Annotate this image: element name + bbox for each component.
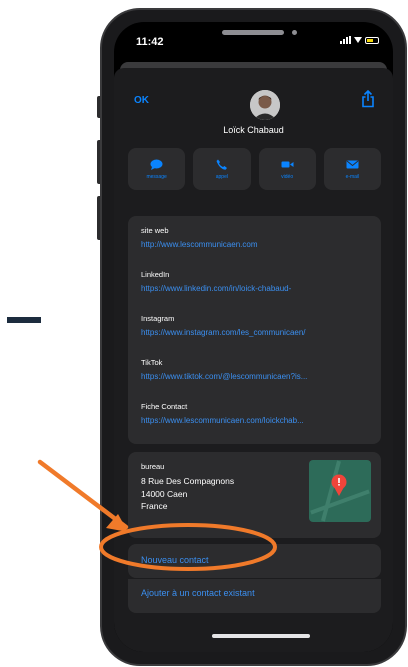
link-value[interactable]: https://www.linkedin.com/in/loick-chabau… bbox=[141, 284, 373, 293]
phone-icon bbox=[216, 159, 228, 170]
link-label: TikTok bbox=[141, 358, 163, 367]
add-existing-row[interactable]: Ajouter à un contact existant bbox=[128, 579, 381, 613]
ok-button[interactable]: OK bbox=[134, 95, 149, 106]
link-value[interactable]: https://www.lescommunicaen.com/loickchab… bbox=[141, 416, 373, 425]
phone-screen: 11:42 OK Loïck Chabaud message appel vid… bbox=[114, 22, 393, 652]
address-label: bureau bbox=[141, 462, 165, 471]
home-indicator[interactable] bbox=[212, 634, 310, 638]
link-label: site web bbox=[141, 226, 169, 235]
wifi-icon bbox=[354, 37, 362, 43]
mail-label: e-mail bbox=[345, 173, 360, 180]
phone-frame: 11:42 OK Loïck Chabaud message appel vid… bbox=[100, 8, 407, 666]
quick-actions: message appel vidéo e-mail bbox=[128, 148, 381, 190]
new-contact-row[interactable]: Nouveau contact bbox=[128, 544, 381, 578]
link-row-tiktok[interactable]: TikTok https://www.tiktok.com/@lescommun… bbox=[141, 358, 373, 381]
link-label: Instagram bbox=[141, 314, 175, 323]
status-time: 11:42 bbox=[136, 36, 164, 48]
address-line-city: 14000 Caen bbox=[141, 488, 188, 499]
link-value[interactable]: https://www.tiktok.com/@lescommunicaen?i… bbox=[141, 372, 373, 381]
link-row-website[interactable]: site web http://www.lescommunicaen.com bbox=[141, 226, 373, 249]
link-row-instagram[interactable]: Instagram https://www.instagram.com/les_… bbox=[141, 314, 373, 337]
message-label: message bbox=[146, 173, 167, 180]
address-lines: 8 Rue Des Compagnons 14000 Caen France bbox=[141, 475, 234, 513]
contact-name: Loïck Chabaud bbox=[223, 125, 284, 135]
video-button[interactable]: vidéo bbox=[258, 148, 316, 190]
call-button[interactable]: appel bbox=[193, 148, 251, 190]
signal-icon bbox=[340, 36, 351, 44]
share-icon[interactable] bbox=[361, 90, 375, 108]
notch-speaker bbox=[222, 30, 284, 35]
status-icons bbox=[340, 36, 379, 44]
notch-camera bbox=[292, 30, 297, 35]
link-label: LinkedIn bbox=[141, 270, 170, 279]
mail-button[interactable]: e-mail bbox=[323, 148, 381, 190]
address-line-street: 8 Rue Des Compagnons bbox=[141, 476, 235, 486]
link-value[interactable]: https://www.instagram.com/les_communicae… bbox=[141, 328, 373, 337]
new-contact-button[interactable]: Nouveau contact bbox=[141, 555, 209, 565]
call-label: appel bbox=[215, 173, 228, 180]
mail-icon bbox=[346, 160, 359, 168]
link-label: Fiche Contact bbox=[141, 402, 188, 411]
avatar bbox=[250, 90, 280, 120]
link-value[interactable]: http://www.lescommunicaen.com bbox=[141, 240, 373, 249]
links-card: site web http://www.lescommunicaen.com L… bbox=[128, 216, 381, 444]
map-pin-icon bbox=[331, 474, 347, 496]
add-to-existing-contact-button[interactable]: Ajouter à un contact existant bbox=[141, 588, 255, 598]
link-row-linkedin[interactable]: LinkedIn https://www.linkedin.com/in/loi… bbox=[141, 270, 373, 293]
message-bubble-icon bbox=[150, 159, 163, 170]
message-button[interactable]: message bbox=[128, 148, 186, 190]
address-card[interactable]: bureau 8 Rue Des Compagnons 14000 Caen F… bbox=[128, 452, 381, 538]
link-row-contact-sheet[interactable]: Fiche Contact https://www.lescommunicaen… bbox=[141, 402, 373, 425]
dash-mark bbox=[7, 317, 41, 323]
address-line-country: France bbox=[141, 501, 168, 511]
battery-icon bbox=[365, 36, 379, 44]
video-camera-icon bbox=[281, 161, 294, 167]
video-label: vidéo bbox=[281, 173, 294, 180]
map-thumbnail[interactable] bbox=[309, 460, 371, 522]
